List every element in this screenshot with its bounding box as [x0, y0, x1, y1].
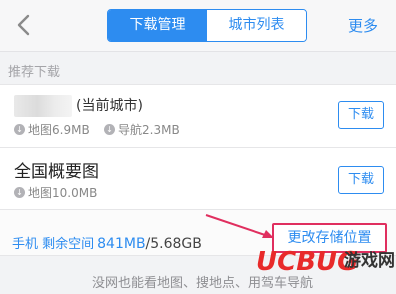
list-item-national-map: 全国概要图 ↓ 地图10.0MB 下载 — [0, 148, 396, 210]
segmented-tabs: 下载管理 城市列表 — [107, 9, 307, 42]
download-button[interactable]: 下载 — [338, 101, 384, 129]
download-icon: ↓ — [14, 124, 25, 135]
nav-size-meta: ↓ 导航2.3MB — [104, 121, 180, 138]
map-size-text: 地图6.9MB — [28, 123, 90, 137]
watermark-text: 游戏网 — [344, 250, 395, 271]
map-size-text: 地图10.0MB — [28, 186, 98, 200]
download-icon: ↓ — [14, 187, 25, 198]
more-button[interactable]: 更多 — [348, 15, 378, 36]
watermark-logo: UCBUG 游戏网 — [256, 247, 395, 277]
top-bar: 下载管理 城市列表 更多 — [0, 0, 396, 52]
map-size-meta: ↓ 地图6.9MB — [14, 121, 90, 138]
storage-info: 手机 剩余空间 841MB /5.68GB — [12, 233, 202, 252]
download-icon: ↓ — [104, 124, 115, 135]
item-title: 全国概要图 — [14, 162, 99, 182]
tab-city-list[interactable]: 城市列表 — [207, 10, 306, 41]
map-size-meta: ↓ 地图10.0MB — [14, 184, 97, 201]
chevron-left-icon[interactable] — [14, 10, 42, 40]
storage-label: 手机 剩余空间 — [12, 237, 95, 252]
chevron-left-icon-graphic — [17, 14, 30, 36]
blurred-city-name — [14, 95, 72, 117]
storage-total: /5.68GB — [145, 236, 202, 252]
section-title: 推荐下载 — [8, 65, 61, 80]
nav-size-text: 导航2.3MB — [118, 123, 180, 137]
download-button[interactable]: 下载 — [338, 166, 384, 194]
storage-free: 841MB — [97, 236, 146, 252]
tab-download-manager[interactable]: 下载管理 — [108, 10, 207, 41]
city-name: (当前城市) — [76, 98, 143, 114]
list-item-current-city: (当前城市) ↓ 地图6.9MB ↓ 导航2.3MB 下载 — [0, 84, 396, 148]
